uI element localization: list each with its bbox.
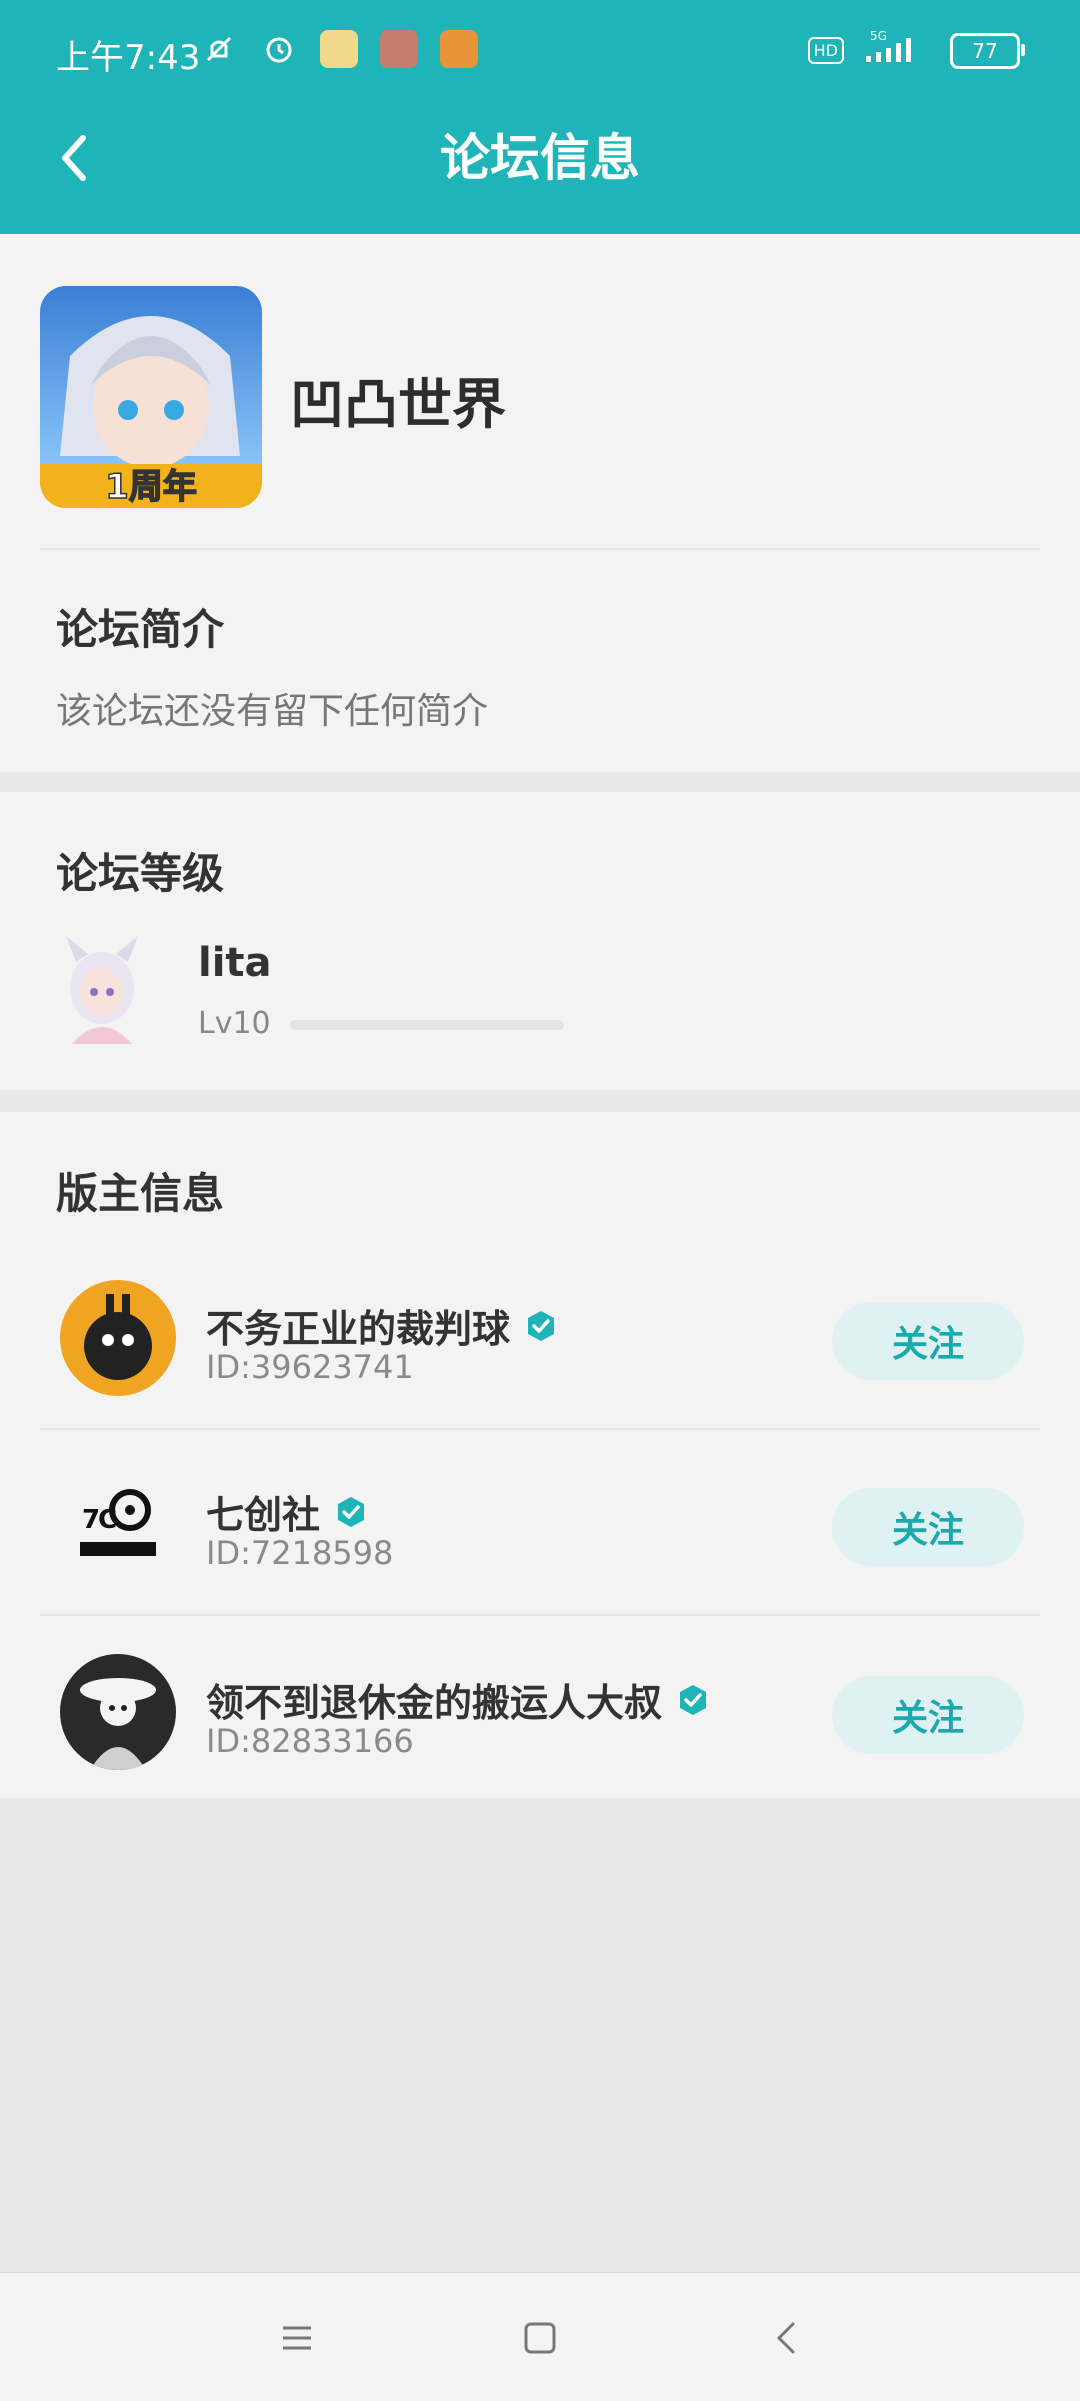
moderator-id: ID:82833166 — [206, 1722, 414, 1760]
anniversary-badge: 1周年 — [105, 467, 197, 507]
app-notification-icon — [440, 30, 478, 68]
mute-icon — [200, 30, 238, 68]
verified-icon — [338, 1496, 365, 1527]
moderator-name: 七创社 — [206, 1493, 321, 1537]
alarm-icon — [260, 30, 298, 68]
signal-icon: 5G — [862, 29, 932, 71]
system-back-button[interactable] — [752, 2303, 822, 2373]
menu-icon — [283, 2326, 311, 2350]
status-notification-icons — [200, 30, 478, 68]
divider — [40, 548, 1040, 550]
status-time: 上午7:43 — [56, 38, 201, 78]
moderator-name: 领不到退休金的搬运人大叔 — [206, 1681, 663, 1725]
status-bar: 上午7:43 HD 5G 77 — [0, 0, 1080, 104]
forum-name: 凹凸世界 — [290, 373, 506, 436]
app-notification-icon — [320, 30, 358, 68]
battery-icon: 77 — [950, 32, 1025, 69]
moderator-avatar — [60, 1280, 176, 1396]
intro-section-title: 论坛简介 — [56, 605, 225, 654]
level-username: lita — [198, 940, 272, 986]
forum-level-panel — [0, 792, 1080, 1090]
verified-icon — [528, 1310, 555, 1341]
system-navigation-bar — [0, 2272, 1080, 2401]
app-notification-icon — [380, 30, 418, 68]
app-header: 上午7:43 HD 5G 77 论坛信息 — [0, 0, 1080, 234]
moderator-name-row: 不务正业的裁判球 — [206, 1298, 558, 1353]
forum-avatar: 1周年 — [40, 286, 262, 508]
home-square-icon — [524, 2322, 556, 2354]
moderator-row[interactable]: 7 C 七创社 ID:7218598 关注 — [0, 1430, 1080, 1615]
status-right-icons: HD 5G 77 — [807, 29, 1025, 71]
moderator-row[interactable]: 不务正业的裁判球 ID:39623741 关注 — [0, 1242, 1080, 1427]
moderator-name: 不务正业的裁判球 — [206, 1307, 511, 1351]
hd-badge: HD — [807, 37, 844, 64]
back-chevron-icon — [777, 2322, 795, 2354]
follow-button[interactable]: 关注 — [832, 1488, 1024, 1566]
follow-button[interactable]: 关注 — [832, 1676, 1024, 1754]
level-label: Lv10 — [198, 1006, 271, 1041]
svg-text:C: C — [98, 1505, 117, 1535]
moderator-id: ID:39623741 — [206, 1348, 414, 1386]
moderators-section-title: 版主信息 — [56, 1169, 225, 1218]
intro-text: 该论坛还没有留下任何简介 — [56, 691, 489, 732]
recent-apps-button[interactable] — [262, 2303, 332, 2373]
battery-level: 77 — [972, 38, 998, 63]
page-title: 论坛信息 — [440, 129, 640, 187]
moderator-avatar — [60, 1654, 176, 1770]
verified-icon — [680, 1684, 707, 1715]
moderator-row[interactable]: 领不到退休金的搬运人大叔 ID:82833166 关注 — [0, 1616, 1080, 1801]
level-avatar — [56, 932, 148, 1044]
level-progress-bar — [290, 1020, 564, 1030]
level-section-title: 论坛等级 — [56, 849, 225, 898]
moderator-id: ID:7218598 — [206, 1534, 394, 1572]
moderator-name-row: 七创社 — [206, 1484, 368, 1539]
moderator-name-row: 领不到退休金的搬运人大叔 — [206, 1672, 710, 1727]
follow-button[interactable]: 关注 — [832, 1302, 1024, 1380]
back-button[interactable] — [38, 118, 108, 198]
back-arrow-icon — [62, 135, 86, 181]
home-button[interactable] — [505, 2303, 575, 2373]
network-type: 5G — [870, 30, 887, 43]
moderator-avatar: 7 C — [60, 1466, 176, 1582]
